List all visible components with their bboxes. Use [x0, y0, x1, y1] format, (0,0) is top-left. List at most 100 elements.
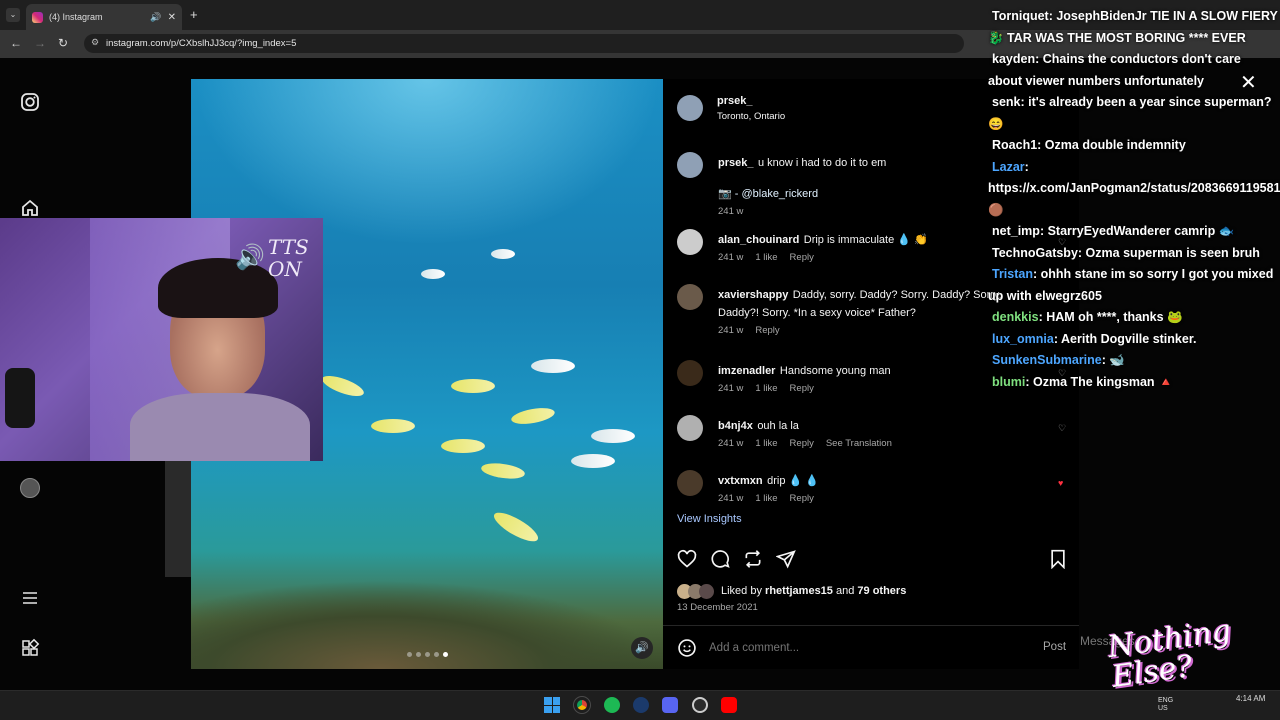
chat-username[interactable]: kayden — [988, 52, 1035, 66]
emoji-icon[interactable] — [677, 638, 697, 663]
chat-username[interactable]: TechnoGatsby — [988, 246, 1078, 260]
comment-likes[interactable]: 1 like — [755, 252, 777, 263]
chat-message: Roach1: Ozma double indemnity — [988, 135, 1278, 157]
avatar[interactable] — [20, 478, 40, 498]
carousel-dot[interactable] — [407, 652, 412, 657]
comment-icon[interactable] — [710, 549, 730, 574]
fish-shape — [441, 439, 485, 453]
comment-username[interactable]: xaviershappy — [718, 289, 788, 301]
menu-icon[interactable] — [20, 588, 40, 608]
liked-by-user[interactable]: rhettjames15 — [765, 585, 833, 597]
chat-message: Lazar: https://x.com/JanPogman2/status/2… — [988, 157, 1280, 222]
carousel-dot[interactable] — [416, 652, 421, 657]
chat-username[interactable]: lux_omnia — [988, 332, 1054, 346]
clock[interactable]: 4:14 AM — [1236, 694, 1265, 703]
comment-avatar[interactable] — [677, 360, 703, 386]
new-tab-button[interactable]: + — [190, 7, 198, 22]
reply-button[interactable]: Reply — [755, 325, 779, 336]
comment-likes[interactable]: 1 like — [755, 383, 777, 394]
liked-by-line: Liked by rhettjames15 and 79 others — [721, 585, 906, 597]
discord-icon[interactable] — [662, 697, 678, 713]
steam-icon[interactable] — [633, 697, 649, 713]
like-icon[interactable] — [677, 549, 697, 574]
reply-button[interactable]: Reply — [790, 252, 814, 263]
chat-username[interactable]: blumi — [988, 375, 1025, 389]
chat-username[interactable]: SunkenSubmarine — [988, 353, 1102, 367]
caption-username[interactable]: prsek_ — [718, 157, 753, 169]
caption-age-text: 241 w — [718, 206, 744, 217]
post-comment-button[interactable]: Post — [1043, 641, 1066, 653]
comment-age: 241 w — [718, 383, 744, 394]
audio-toggle-icon[interactable]: 🔊 — [631, 637, 653, 659]
url-text: instagram.com/p/CXbslhJJ3cq/?img_index=5 — [106, 38, 297, 49]
carousel-dot[interactable] — [443, 652, 448, 657]
address-bar[interactable]: ⚙ instagram.com/p/CXbslhJJ3cq/?img_index… — [84, 34, 964, 53]
chat-text: HAM oh ****, thanks 🐸 — [1042, 310, 1183, 324]
see-translation-button[interactable]: See Translation — [826, 438, 892, 449]
chat-username[interactable]: net_imp — [988, 224, 1040, 238]
chat-username[interactable]: Lazar — [988, 160, 1025, 174]
site-info-icon[interactable]: ⚙ — [91, 37, 99, 48]
comment-avatar[interactable] — [677, 415, 703, 441]
back-icon[interactable]: ← — [10, 36, 22, 50]
spotify-icon[interactable] — [604, 697, 620, 713]
bookmark-icon[interactable] — [1048, 549, 1068, 574]
caption-credit[interactable]: 📷 - @blake_rickerd — [718, 187, 1003, 200]
chat-text: Aerith Dogville stinker. — [1058, 331, 1197, 346]
comment-avatar[interactable] — [677, 470, 703, 496]
comment-username[interactable]: alan_chouinard — [718, 234, 799, 246]
comment-username[interactable]: vxtxmxn — [718, 475, 763, 487]
comment-likes[interactable]: 1 like — [755, 438, 777, 449]
caption-avatar[interactable] — [677, 152, 703, 178]
comment-text: ouh la la — [757, 420, 799, 432]
chat-message: TechnoGatsby: Ozma superman is seen bruh — [988, 243, 1278, 265]
liked-by-others[interactable]: 79 others — [857, 585, 906, 597]
comment-likes[interactable]: 1 like — [755, 493, 777, 504]
chat-text: it's already been a year since superman?… — [988, 95, 1272, 131]
obs-icon[interactable] — [692, 697, 708, 713]
reload-icon[interactable]: ↻ — [58, 36, 68, 50]
close-chat-icon[interactable]: ✕ — [1240, 70, 1257, 95]
comment-text: Handsome young man — [779, 365, 891, 377]
fish-shape — [490, 507, 542, 547]
reply-button[interactable]: Reply — [790, 493, 814, 504]
location-text[interactable]: Toronto, Ontario — [717, 111, 785, 122]
chat-username[interactable]: Roach1 — [988, 138, 1037, 152]
windows-start-icon[interactable] — [544, 697, 560, 713]
repost-icon[interactable] — [743, 549, 763, 574]
carousel-dot[interactable] — [434, 652, 439, 657]
chat-message: net_imp: StarryEyedWanderer camrip 🐟 — [988, 221, 1278, 243]
carousel-dot[interactable] — [425, 652, 430, 657]
more-apps-icon[interactable] — [20, 638, 40, 658]
webcam-overlay: 🔊 TTS ON — [0, 218, 323, 461]
reply-button[interactable]: Reply — [790, 438, 814, 449]
forward-icon[interactable]: → — [34, 36, 46, 50]
close-tab-icon[interactable]: ✕ — [168, 12, 176, 23]
comment-like-icon[interactable]: ♥ — [1058, 478, 1063, 488]
post-date: 13 December 2021 — [677, 602, 758, 613]
author-avatar[interactable] — [677, 95, 703, 121]
view-insights-link[interactable]: View Insights — [677, 513, 742, 525]
chat-username[interactable]: senk — [988, 95, 1021, 109]
tab-list-button[interactable]: ⌄ — [6, 8, 20, 22]
chat-username[interactable]: Torniquet — [988, 9, 1049, 23]
comment-username[interactable]: b4nj4x — [718, 420, 753, 432]
chat-username[interactable]: Tristan — [988, 267, 1033, 281]
comment-like-icon[interactable]: ♡ — [1058, 423, 1066, 434]
browser-tab[interactable]: (4) Instagram 🔊 ✕ — [26, 4, 182, 30]
share-icon[interactable] — [775, 549, 796, 574]
chat-username[interactable]: denkkis — [988, 310, 1039, 324]
author-username[interactable]: prsek_ — [717, 95, 752, 107]
comment-avatar[interactable] — [677, 284, 703, 310]
fish-shape — [421, 269, 445, 279]
youtube-icon[interactable] — [721, 697, 737, 713]
comment-avatar[interactable] — [677, 229, 703, 255]
home-icon[interactable] — [20, 198, 40, 218]
instagram-icon[interactable] — [20, 92, 40, 112]
chrome-icon[interactable] — [573, 696, 591, 714]
comment-meta: 241 w 1 like Reply — [718, 252, 1003, 263]
comment-username[interactable]: imzenadler — [718, 365, 775, 377]
reply-button[interactable]: Reply — [790, 383, 814, 394]
tray-lang[interactable]: ENG US — [1158, 697, 1184, 713]
comment-input[interactable] — [709, 637, 1009, 659]
